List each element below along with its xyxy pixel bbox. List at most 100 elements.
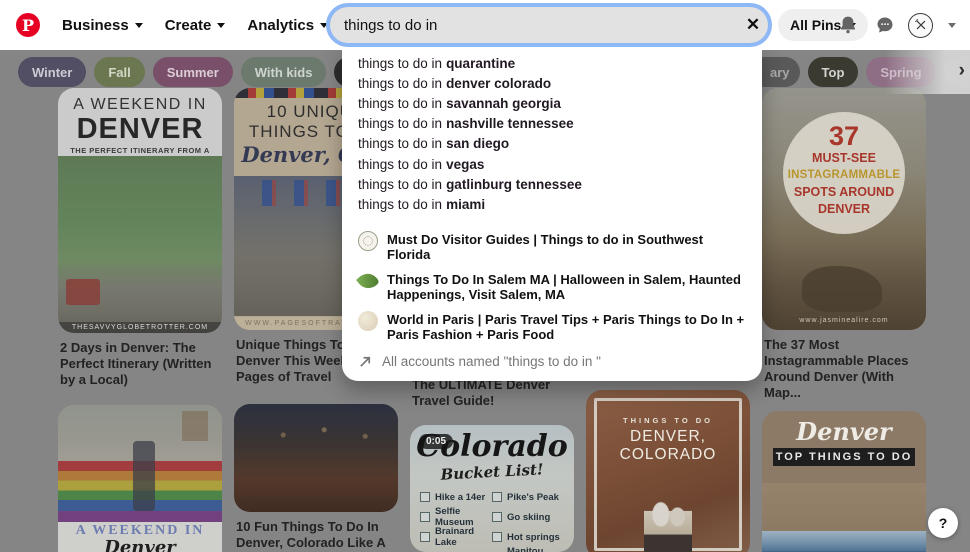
pin-instagrammable-spots[interactable]: 37 MUST-SEE INSTAGRAMMABLE SPOTS AROUND … xyxy=(762,88,926,330)
search-suggestion[interactable]: things to do insavannah georgia xyxy=(342,93,762,113)
search-suggestion[interactable]: things to do innashville tennessee xyxy=(342,114,762,134)
checkbox-icon xyxy=(492,532,502,542)
checklist-item: Hot springs xyxy=(492,527,564,547)
checklist-label: Manitou Incline xyxy=(507,546,564,552)
account-switcher-chevron-icon[interactable] xyxy=(942,11,962,39)
chips-scroll-right-button[interactable]: › xyxy=(959,60,965,82)
bucket-checklist: Hike a 14erSelfie MuseumBrainard LakeEst… xyxy=(410,487,574,552)
checkbox-icon xyxy=(492,492,502,502)
search-suggestion[interactable]: things to do indenver colorado xyxy=(342,73,762,93)
checklist-left-column: Hike a 14erSelfie MuseumBrainard LakeEst… xyxy=(420,487,492,552)
checklist-item: Brainard Lake xyxy=(420,527,492,547)
account-result[interactable]: World in Paris | Paris Travel Tips + Par… xyxy=(342,307,762,347)
pin-circle-overlay: 37 MUST-SEE INSTAGRAMMABLE SPOTS AROUND … xyxy=(783,112,905,234)
chevron-down-icon xyxy=(217,23,225,28)
pin-watermark: THESAVVYGLOBETROTTER.COM xyxy=(58,322,222,333)
account-title: World in Paris | Paris Travel Tips + Par… xyxy=(387,312,746,342)
search-suggestion[interactable]: things to do in san diego xyxy=(342,134,762,154)
account-result[interactable]: Must Do Visitor Guides | Things to do in… xyxy=(342,227,762,267)
search-suggestion[interactable]: things to do inmiami xyxy=(342,194,762,214)
nav-menu-business[interactable]: Business xyxy=(62,17,143,34)
suggestion-prefix: things to do in xyxy=(358,177,442,192)
suggestion-prefix: things to do in xyxy=(358,197,442,212)
pin-caption[interactable]: The 37 Most Instagrammable Places Around… xyxy=(764,337,924,401)
search-suggestions-dropdown: things to do inquarantinethings to do in… xyxy=(342,45,762,381)
search-suggestion[interactable]: things to do in vegas xyxy=(342,154,762,174)
search-suggestion[interactable]: things to do in quarantine xyxy=(342,53,762,73)
pin-denver-colorado[interactable]: THINGS TO DO DENVER, COLORADO xyxy=(586,390,750,552)
suggestion-term: quarantine xyxy=(446,56,515,71)
notifications-bell-icon[interactable] xyxy=(834,11,862,39)
pin-column-5: 37 MUST-SEE INSTAGRAMMABLE SPOTS AROUND … xyxy=(762,88,926,552)
pin-weekend-denver-colorado[interactable]: A WEEKEND IN Denver Colorado xyxy=(58,405,222,552)
account-title: Things To Do In Salem MA | Halloween in … xyxy=(387,272,746,302)
checklist-item: Hike a 14er xyxy=(420,487,492,507)
checkbox-icon xyxy=(420,512,430,522)
checklist-right-column: Pike's PeakGo skiingHot springsManitou I… xyxy=(492,487,564,552)
chips-fade-gradient xyxy=(885,50,970,94)
profile-avatar-utensils-icon[interactable] xyxy=(908,13,933,38)
suggestion-prefix: things to do in xyxy=(358,56,442,71)
pin-top-things-to-do[interactable]: Denver TOP THINGS TO DO xyxy=(762,411,926,552)
help-button[interactable]: ? xyxy=(928,508,958,538)
suggestion-prefix: things to do in xyxy=(358,76,442,91)
filter-chip-with-kids[interactable]: With kids xyxy=(241,57,327,87)
suggestion-term: vegas xyxy=(446,157,484,172)
pin-weekend-in-denver[interactable]: A WEEKEND IN DENVER THE PERFECT ITINERAR… xyxy=(58,88,222,333)
nav-menu-create[interactable]: Create xyxy=(165,17,226,34)
suggestion-prefix: things to do in xyxy=(358,136,442,151)
account-title: Must Do Visitor Guides | Things to do in… xyxy=(387,232,746,262)
checklist-label: Hot springs xyxy=(507,532,560,543)
pin-title-block: A WEEKEND IN DENVER THE PERFECT ITINERAR… xyxy=(58,88,222,164)
checklist-item: Go skiing xyxy=(492,507,564,527)
chevron-down-icon xyxy=(320,23,328,28)
pin-rock-figure xyxy=(802,266,882,312)
account-results: Must Do Visitor Guides | Things to do in… xyxy=(342,227,762,347)
nav-menu-analytics[interactable]: Analytics xyxy=(247,17,328,34)
checklist-label: Go skiing xyxy=(507,512,550,523)
pin-watermark: www.jasminealire.com xyxy=(762,317,926,324)
pin-script-title: Denver xyxy=(762,419,926,445)
pin-night-street[interactable] xyxy=(234,404,398,512)
clear-search-icon[interactable]: ✕ xyxy=(738,15,768,35)
pin-title-line1: A WEEKEND IN xyxy=(58,96,222,114)
pin-line4: DENVER xyxy=(783,201,905,218)
suggestion-term: nashville tennessee xyxy=(446,116,574,131)
must-do-badge-avatar xyxy=(358,231,378,251)
messages-chat-icon[interactable] xyxy=(871,11,899,39)
pin-caption[interactable]: 10 Fun Things To Do In Denver, Colorado … xyxy=(236,519,396,552)
pin-banner: TOP THINGS TO DO xyxy=(773,448,915,466)
pin-caption[interactable]: The ULTIMATE Denver Travel Guide! xyxy=(412,377,572,409)
top-nav-bar: P Business Create Analytics Ads ✕ All Pi… xyxy=(0,0,970,50)
pin-caption[interactable]: 2 Days in Denver: The Perfect Itinerary … xyxy=(60,340,220,388)
nav-menu-label: Create xyxy=(165,17,212,34)
checklist-item: Selfie Museum xyxy=(420,507,492,527)
checklist-label: Brainard Lake xyxy=(435,526,492,548)
filter-chip-summer[interactable]: Summer xyxy=(153,57,233,87)
pin-band-script: Denver Colorado xyxy=(58,539,222,552)
pin-title-line2: DENVER xyxy=(58,114,222,144)
pin-text-band: A WEEKEND IN Denver Colorado xyxy=(58,522,222,552)
suggestion-prefix: things to do in xyxy=(358,157,442,172)
pinterest-logo[interactable]: P xyxy=(16,13,40,37)
suggestion-list: things to do inquarantinethings to do in… xyxy=(342,53,762,215)
search-bar: ✕ xyxy=(330,7,768,43)
suggestion-term: savannah georgia xyxy=(446,96,561,111)
checkbox-icon xyxy=(420,492,430,502)
filter-chip-ary[interactable]: ary xyxy=(760,57,800,87)
suggestion-term: san diego xyxy=(446,136,509,151)
pin-colorado-bucket-list[interactable]: 0:05 Colorado Bucket List! Hike a 14erSe… xyxy=(410,425,574,552)
search-suggestion[interactable]: things to do ingatlinburg tennessee xyxy=(342,174,762,194)
pin-line3: SPOTS AROUND xyxy=(783,184,905,201)
pin-photo-building xyxy=(762,483,926,531)
filter-chip-winter[interactable]: Winter xyxy=(18,57,86,87)
search-input[interactable] xyxy=(330,17,738,34)
all-accounts-row[interactable]: All accounts named "things to do in " xyxy=(342,347,762,369)
filter-chip-top[interactable]: Top xyxy=(808,57,859,87)
green-leaf-avatar xyxy=(356,269,380,293)
account-result[interactable]: Things To Do In Salem MA | Halloween in … xyxy=(342,267,762,307)
pin-people-figure xyxy=(644,497,692,552)
filter-chip-fall[interactable]: Fall xyxy=(94,57,144,87)
nav-menu-label: Business xyxy=(62,17,129,34)
all-accounts-label: All accounts named "things to do in " xyxy=(382,354,601,369)
